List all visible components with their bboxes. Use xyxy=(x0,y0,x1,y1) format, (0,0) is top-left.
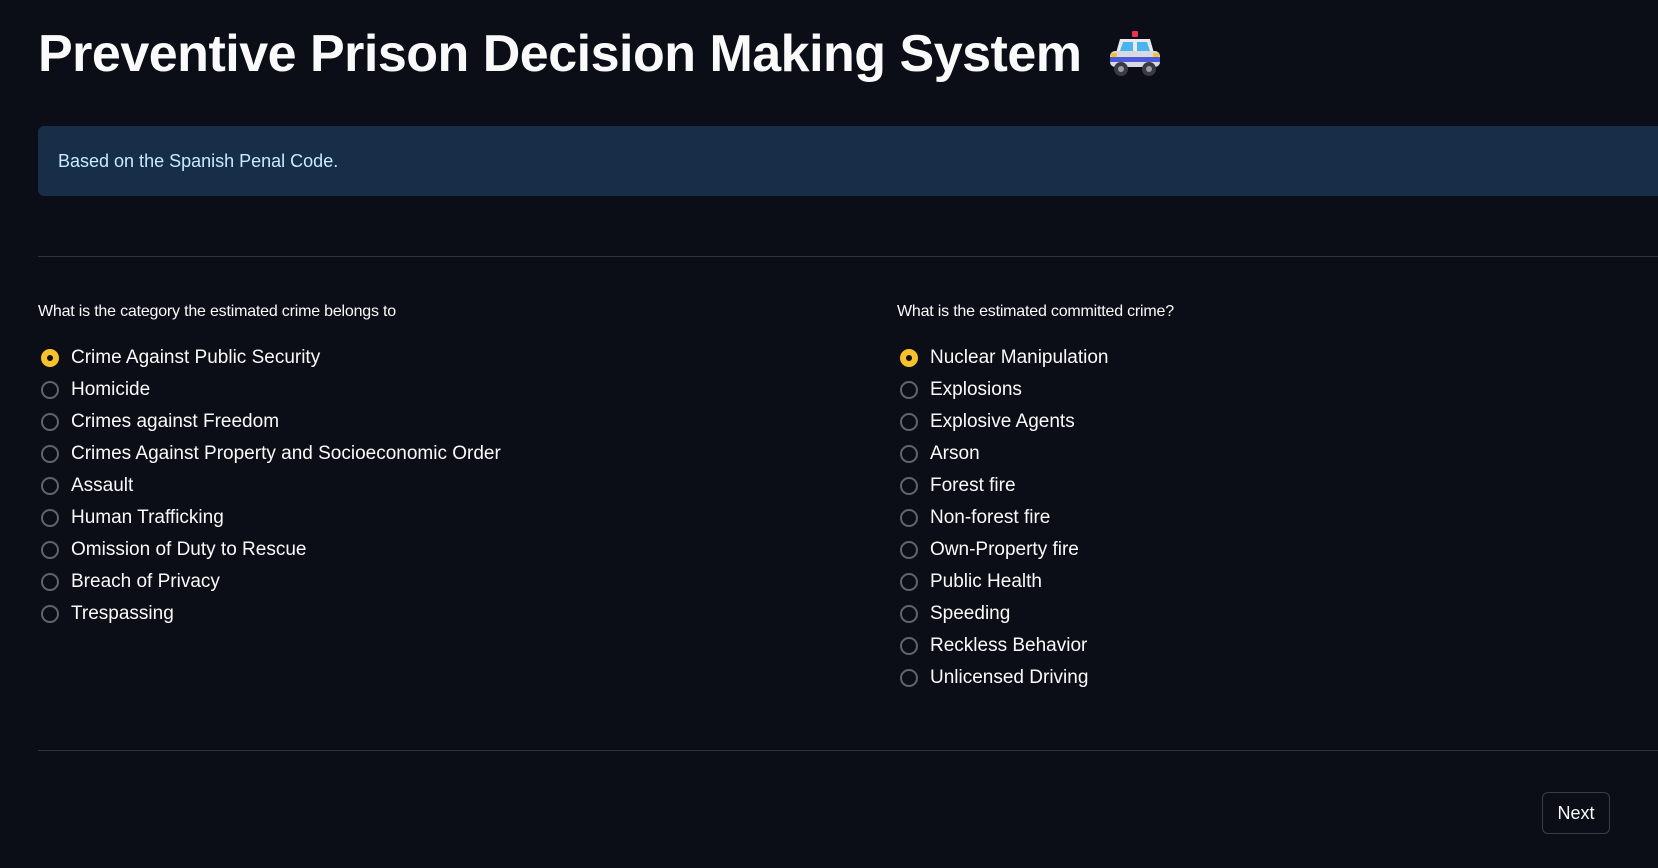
crime-option[interactable]: Arson xyxy=(897,438,1174,470)
crime-option-label: Non-forest fire xyxy=(930,507,1051,528)
crime-option-label: Forest fire xyxy=(930,475,1016,496)
category-option-label: Homicide xyxy=(71,379,151,400)
category-option-label: Human Trafficking xyxy=(71,507,224,528)
crime-option[interactable]: Own-Property fire xyxy=(897,534,1174,566)
crime-radio-group: What is the estimated committed crime? N… xyxy=(897,300,1174,694)
page-title: Preventive Prison Decision Making System xyxy=(38,25,1082,83)
radio-button-icon[interactable] xyxy=(900,541,918,559)
radio-button-icon[interactable] xyxy=(900,413,918,431)
radio-button-icon[interactable] xyxy=(41,573,59,591)
divider-top xyxy=(38,256,1658,257)
crime-option[interactable]: Explosions xyxy=(897,374,1174,406)
category-question: What is the category the estimated crime… xyxy=(38,303,396,320)
crime-option[interactable]: Speeding xyxy=(897,598,1174,630)
crime-option[interactable]: Unlicensed Driving xyxy=(897,662,1174,694)
crime-option[interactable]: Nuclear Manipulation xyxy=(897,342,1174,374)
radio-button-icon[interactable] xyxy=(900,573,918,591)
divider-bottom xyxy=(38,750,1658,751)
info-alert: Based on the Spanish Penal Code. xyxy=(38,126,1658,196)
crime-option[interactable]: Explosive Agents xyxy=(897,406,1174,438)
category-option-label: Breach of Privacy xyxy=(71,571,220,592)
crime-option[interactable]: Reckless Behavior xyxy=(897,630,1174,662)
radio-button-icon[interactable] xyxy=(900,381,918,399)
category-option[interactable]: Breach of Privacy xyxy=(38,566,501,598)
radio-button-icon[interactable] xyxy=(900,349,918,367)
category-option-label: Assault xyxy=(71,475,134,496)
radio-button-icon[interactable] xyxy=(41,477,59,495)
radio-button-icon[interactable] xyxy=(41,445,59,463)
crime-option[interactable]: Non-forest fire xyxy=(897,502,1174,534)
category-option-label: Trespassing xyxy=(71,603,174,624)
crime-options: Nuclear Manipulation Explosions Explosive … xyxy=(897,342,1174,694)
radio-button-icon[interactable] xyxy=(900,445,918,463)
category-option-label: Crimes against Freedom xyxy=(71,411,280,432)
category-option[interactable]: Omission of Duty to Rescue xyxy=(38,534,501,566)
crime-option-label: Explosive Agents xyxy=(930,411,1075,432)
radio-button-icon[interactable] xyxy=(900,509,918,527)
app-page: Preventive Prison Decision Making System… xyxy=(0,0,1658,868)
category-option-label: Omission of Duty to Rescue xyxy=(71,539,307,560)
radio-button-icon[interactable] xyxy=(900,477,918,495)
radio-button-icon[interactable] xyxy=(41,541,59,559)
crime-option-label: Speeding xyxy=(930,603,1011,624)
category-option[interactable]: Assault xyxy=(38,470,501,502)
category-option-label: Crimes Against Property and Socioeconomi… xyxy=(71,443,501,464)
radio-button-icon[interactable] xyxy=(900,605,918,623)
radio-button-icon[interactable] xyxy=(41,349,59,367)
category-option[interactable]: Crimes against Freedom xyxy=(38,406,501,438)
crime-option-label: Reckless Behavior xyxy=(930,635,1088,656)
radio-button-icon[interactable] xyxy=(900,669,918,687)
crime-option-label: Arson xyxy=(930,443,980,464)
radio-button-icon[interactable] xyxy=(900,637,918,655)
category-option[interactable]: Human Trafficking xyxy=(38,502,501,534)
category-option-label: Crime Against Public Security xyxy=(71,347,321,368)
next-button[interactable]: Next xyxy=(1542,792,1610,834)
crime-option[interactable]: Public Health xyxy=(897,566,1174,598)
crime-option-label: Public Health xyxy=(930,571,1042,592)
info-text: Based on the Spanish Penal Code. xyxy=(58,150,339,171)
page-header: Preventive Prison Decision Making System xyxy=(38,22,1164,86)
category-options: Crime Against Public Security Homicide Cri… xyxy=(38,342,501,630)
category-radio-group: What is the category the estimated crime… xyxy=(38,300,501,630)
radio-button-icon[interactable] xyxy=(41,509,59,527)
radio-button-icon[interactable] xyxy=(41,381,59,399)
category-option[interactable]: Trespassing xyxy=(38,598,501,630)
police-car-icon xyxy=(1109,31,1160,76)
radio-button-icon[interactable] xyxy=(41,605,59,623)
crime-option[interactable]: Forest fire xyxy=(897,470,1174,502)
crime-option-label: Own-Property fire xyxy=(930,539,1079,560)
radio-button-icon[interactable] xyxy=(41,413,59,431)
crime-option-label: Explosions xyxy=(930,379,1022,400)
crime-option-label: Unlicensed Driving xyxy=(930,667,1089,688)
category-option[interactable]: Crimes Against Property and Socioeconomi… xyxy=(38,438,501,470)
crime-question: What is the estimated committed crime? xyxy=(897,303,1174,320)
category-option[interactable]: Homicide xyxy=(38,374,501,406)
category-option[interactable]: Crime Against Public Security xyxy=(38,342,501,374)
crime-option-label: Nuclear Manipulation xyxy=(930,347,1109,368)
